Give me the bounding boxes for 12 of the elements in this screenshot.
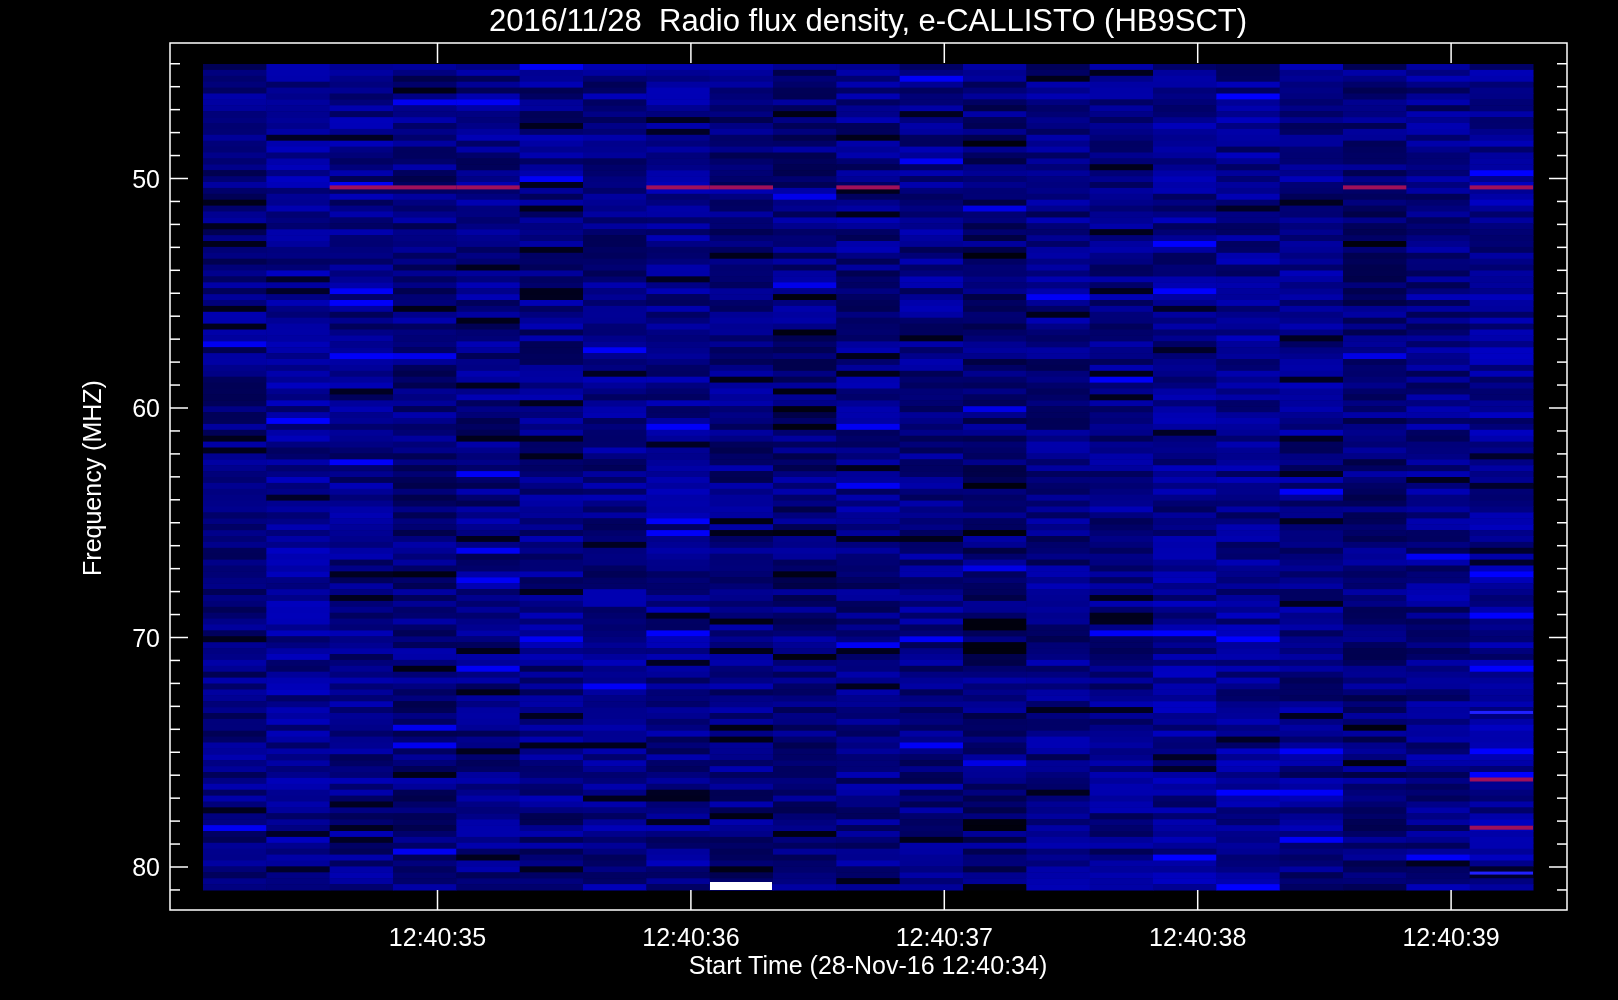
x-axis-label: Start Time (28-Nov-16 12:40:34)	[688, 951, 1048, 979]
y-tick-label: 80	[132, 853, 160, 881]
y-tick-label: 70	[132, 623, 160, 652]
x-tick-label: 12:40:35	[388, 923, 487, 951]
x-tick-label: 12:40:36	[642, 923, 740, 951]
x-tick-label: 12:40:38	[1149, 923, 1247, 951]
y-tick-label: 50	[132, 164, 160, 193]
y-axis-label: Frequency (MHZ)	[78, 380, 106, 576]
x-tick-label: 12:40:37	[895, 923, 993, 951]
y-tick-label: 60	[132, 394, 160, 422]
chart-title: 2016/11/28 Radio flux density, e-CALLISTO (HB9SCT)	[488, 3, 1248, 38]
x-tick-label: 12:40:39	[1402, 923, 1500, 951]
